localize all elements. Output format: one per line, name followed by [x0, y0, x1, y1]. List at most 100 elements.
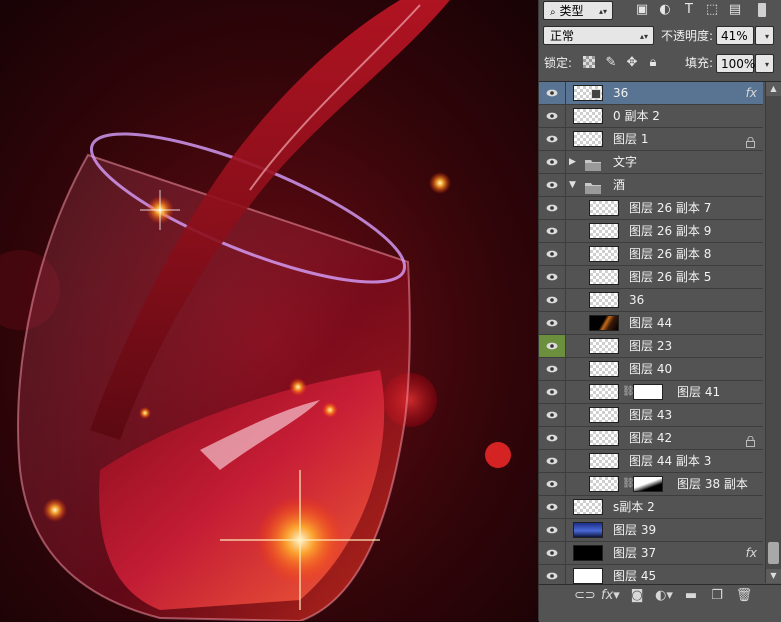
layer-thumbnail[interactable]: [589, 476, 619, 492]
layer-thumbnail[interactable]: [589, 269, 619, 285]
layer-row[interactable]: 图层 26 副本 8: [539, 243, 763, 266]
visibility-eye-icon[interactable]: [539, 197, 566, 219]
scrollbar-thumb[interactable]: [768, 542, 779, 564]
visibility-eye-icon[interactable]: [539, 82, 566, 104]
visibility-eye-icon[interactable]: [539, 565, 566, 585]
visibility-eye-icon[interactable]: [539, 128, 566, 150]
adjustment-layer-icon[interactable]: ◐▾: [655, 587, 673, 605]
visibility-eye-icon[interactable]: [539, 381, 566, 403]
filter-toggle-icon[interactable]: [756, 2, 768, 18]
layer-thumbnail[interactable]: [573, 131, 603, 147]
layer-thumbnail[interactable]: [589, 315, 619, 331]
visibility-eye-icon[interactable]: [539, 450, 566, 472]
visibility-eye-icon[interactable]: [539, 335, 566, 357]
layer-effects-fx-icon[interactable]: fx: [746, 542, 757, 564]
layer-thumbnail[interactable]: [573, 108, 603, 124]
lock-position-icon[interactable]: ✥: [624, 55, 640, 71]
visibility-eye-icon[interactable]: [539, 174, 566, 196]
visibility-eye-icon[interactable]: [539, 243, 566, 265]
layer-mask-thumbnail[interactable]: [633, 476, 663, 492]
layer-row[interactable]: 36 fx: [539, 82, 763, 105]
layer-row[interactable]: ▼ 酒: [539, 174, 763, 197]
layer-row[interactable]: ⛓ 图层 41: [539, 381, 763, 404]
layer-thumbnail[interactable]: [573, 85, 603, 101]
layer-thumbnail[interactable]: [589, 200, 619, 216]
visibility-eye-icon[interactable]: [539, 358, 566, 380]
layer-thumbnail[interactable]: [589, 384, 619, 400]
lock-paint-icon[interactable]: ✎: [603, 55, 619, 71]
mask-link-icon[interactable]: ⛓: [622, 478, 635, 490]
layer-thumbnail[interactable]: [589, 292, 619, 308]
visibility-eye-icon[interactable]: [539, 473, 566, 495]
visibility-eye-icon[interactable]: [539, 266, 566, 288]
layer-thumbnail[interactable]: [589, 361, 619, 377]
layer-thumbnail[interactable]: [589, 338, 619, 354]
layer-thumbnail[interactable]: [589, 223, 619, 239]
group-collapsed-arrow-icon[interactable]: ▶: [569, 151, 576, 173]
layer-thumbnail[interactable]: [589, 407, 619, 423]
layer-row[interactable]: 图层 43: [539, 404, 763, 427]
visibility-eye-icon[interactable]: [539, 312, 566, 334]
shape-filter-icon[interactable]: ⬚: [704, 2, 720, 18]
link-layers-icon[interactable]: ⊂⊃: [574, 587, 596, 605]
layer-row[interactable]: 图层 39: [539, 519, 763, 542]
visibility-eye-icon[interactable]: [539, 542, 566, 564]
visibility-eye-icon[interactable]: [539, 151, 566, 173]
lock-all-icon[interactable]: 🔒︎: [645, 55, 661, 71]
layer-row[interactable]: 图层 37 fx: [539, 542, 763, 565]
layer-thumbnail[interactable]: [589, 246, 619, 262]
blend-mode-dropdown[interactable]: 正常 ▴▾: [543, 26, 654, 45]
layer-row[interactable]: 图层 44: [539, 312, 763, 335]
layer-row[interactable]: 图层 23: [539, 335, 763, 358]
scroll-up-arrow-icon[interactable]: ▲: [766, 82, 781, 96]
layer-thumbnail[interactable]: [573, 522, 603, 538]
visibility-eye-icon[interactable]: [539, 404, 566, 426]
fx-icon[interactable]: fx▾: [601, 587, 620, 605]
visibility-eye-icon[interactable]: [539, 220, 566, 242]
type-filter-icon[interactable]: T: [681, 2, 697, 18]
group-expanded-arrow-icon[interactable]: ▼: [569, 174, 576, 196]
layer-thumbnail[interactable]: [589, 453, 619, 469]
layer-row[interactable]: 36: [539, 289, 763, 312]
layer-thumbnail[interactable]: [573, 545, 603, 561]
layer-row[interactable]: 图层 26 副本 7: [539, 197, 763, 220]
layer-row[interactable]: 图层 44 副本 3: [539, 450, 763, 473]
delete-layer-icon[interactable]: 🗑︎: [735, 587, 753, 605]
visibility-eye-icon[interactable]: [539, 519, 566, 541]
layer-row[interactable]: 图层 42: [539, 427, 763, 450]
opacity-input[interactable]: 41%: [716, 26, 754, 45]
layer-row[interactable]: 图层 45: [539, 565, 763, 585]
lock-transparent-icon[interactable]: [583, 56, 595, 68]
layer-filter-dropdown[interactable]: ⌕ 类型 ▴▾: [543, 1, 613, 20]
new-layer-icon[interactable]: ❐: [708, 587, 726, 605]
add-mask-icon[interactable]: ◙: [628, 587, 646, 605]
layer-thumbnail[interactable]: [589, 430, 619, 446]
layer-row[interactable]: ⛓ 图层 38 副本: [539, 473, 763, 496]
layer-thumbnail[interactable]: [573, 568, 603, 584]
layer-effects-fx-icon[interactable]: fx: [746, 82, 757, 104]
visibility-eye-icon[interactable]: [539, 427, 566, 449]
document-canvas[interactable]: [0, 0, 538, 621]
image-filter-icon[interactable]: ▣: [634, 2, 650, 18]
layer-row[interactable]: ▶ 文字: [539, 151, 763, 174]
visibility-eye-icon[interactable]: [539, 496, 566, 518]
new-group-icon[interactable]: ▬: [682, 587, 700, 605]
visibility-eye-icon[interactable]: [539, 105, 566, 127]
layers-list[interactable]: 36 fx 0 副本 2 图层 1 ▶ 文字 ▼ 酒图层 26 副本 7 图层 26 副本 9图…: [539, 81, 781, 585]
opacity-slider-button[interactable]: ▾: [755, 26, 774, 45]
layers-scrollbar[interactable]: ▲ ▼: [765, 82, 781, 583]
scroll-down-arrow-icon[interactable]: ▼: [766, 569, 781, 583]
layer-mask-thumbnail[interactable]: [633, 384, 663, 400]
layer-row[interactable]: 图层 26 副本 5: [539, 266, 763, 289]
layer-row[interactable]: 0 副本 2: [539, 105, 763, 128]
layer-row[interactable]: 图层 26 副本 9: [539, 220, 763, 243]
mask-link-icon[interactable]: ⛓: [622, 386, 635, 398]
fill-slider-button[interactable]: ▾: [755, 54, 774, 73]
layer-row[interactable]: 图层 40: [539, 358, 763, 381]
visibility-eye-icon[interactable]: [539, 289, 566, 311]
adjustment-filter-icon[interactable]: ◐: [657, 2, 673, 18]
layer-row[interactable]: s副本 2: [539, 496, 763, 519]
smart-object-filter-icon[interactable]: ▤: [727, 2, 743, 18]
layer-row[interactable]: 图层 1: [539, 128, 763, 151]
layer-thumbnail[interactable]: [573, 499, 603, 515]
